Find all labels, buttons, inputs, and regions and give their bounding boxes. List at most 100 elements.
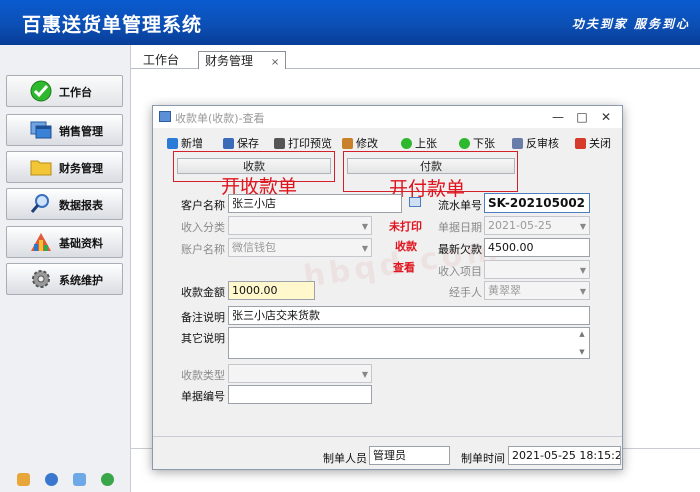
time-label: 制单时间: [461, 452, 505, 465]
remark-field[interactable]: 张三小店交来货款: [228, 306, 590, 325]
edit-label: 修改: [356, 137, 378, 150]
annotation-unprinted: 未打印: [389, 220, 422, 233]
date-field[interactable]: 2021-05-25 ▼: [484, 216, 590, 235]
sidebar-item-system[interactable]: 系统维护: [6, 263, 123, 295]
chevron-down-icon: ▼: [361, 244, 368, 253]
handler-select[interactable]: 黄翠翠 ▼: [484, 281, 590, 300]
next-label: 下张: [473, 137, 495, 150]
date-label: 单据日期: [438, 221, 482, 234]
calendar-icon: ▼: [579, 222, 586, 231]
plus-icon: [167, 137, 178, 149]
check-circle-icon: [30, 80, 52, 102]
account-label: 账户名称: [181, 243, 225, 256]
sidebar-item-label: 基础资料: [59, 237, 103, 250]
tab-workbench[interactable]: 工作台: [137, 51, 185, 69]
doc-no-field[interactable]: [228, 385, 372, 404]
maker-label: 制单人员: [323, 452, 367, 465]
close-window-button[interactable]: ✕: [595, 108, 617, 126]
print-preview-button[interactable]: 打印预览: [274, 135, 332, 151]
print-preview-label: 打印预览: [288, 137, 332, 150]
remark-label: 备注说明: [181, 311, 225, 324]
debt-field[interactable]: 4500.00: [484, 238, 590, 257]
other-textarea[interactable]: ▲ ▼: [228, 327, 590, 359]
chevron-up-icon: ▲: [579, 330, 585, 338]
app-slogan: 功夫到家 服务到心: [571, 17, 690, 31]
handler-label: 经手人: [449, 286, 482, 299]
income-item-label: 收入项目: [438, 265, 482, 278]
close-icon: [575, 137, 586, 149]
edit-button[interactable]: 修改: [342, 135, 378, 151]
tab-bar: 工作台 财务管理 ×: [131, 45, 700, 69]
printer-icon: [274, 137, 285, 149]
date-value: 2021-05-25: [488, 219, 552, 232]
sidebar-item-sales[interactable]: 销售管理: [6, 114, 123, 146]
maker-field[interactable]: 管理员: [369, 446, 450, 465]
receive-type-label: 收款类型: [181, 369, 225, 382]
tab-label: 财务管理: [205, 54, 254, 68]
gear-icon: [32, 270, 50, 288]
income-item-select[interactable]: ▼: [484, 260, 590, 279]
save-button[interactable]: 保存: [223, 135, 259, 151]
disk-icon: [223, 137, 234, 149]
serial-field[interactable]: SK-202105002: [484, 193, 590, 213]
divider: [153, 436, 622, 437]
chevron-down-icon: ▼: [579, 266, 586, 275]
sidebar-item-basic-data[interactable]: 基础资料: [6, 226, 123, 258]
exit-icon[interactable]: [100, 472, 114, 486]
sidebar-item-label: 数据报表: [59, 199, 103, 212]
sidebar-item-label: 系统维护: [59, 274, 103, 287]
receipt-dialog: 收款单(收款)-查看 — □ ✕ 新增 保存 打印预览 修改 上张 下张 反审核…: [152, 105, 623, 470]
maximize-button[interactable]: □: [571, 108, 593, 126]
sidebar-item-label: 工作台: [59, 86, 92, 99]
unaudit-button[interactable]: 反审核: [512, 135, 559, 151]
receive-type-select[interactable]: ▼: [228, 364, 372, 383]
lookup-icon[interactable]: [409, 197, 421, 207]
window-icon: [159, 111, 171, 122]
amount-label: 收款金额: [181, 286, 225, 299]
dialog-titlebar[interactable]: 收款单(收款)-查看 — □ ✕: [153, 106, 622, 128]
arrow-down-icon: [459, 137, 470, 149]
account-value: 微信钱包: [232, 241, 276, 254]
arrow-up-icon: [401, 137, 412, 149]
app-header: 百惠送货单管理系统 功夫到家 服务到心: [0, 0, 700, 45]
sidebar-item-label: 销售管理: [59, 125, 103, 138]
income-category-label: 收入分类: [181, 221, 225, 234]
new-button[interactable]: 新增: [167, 135, 203, 151]
scrollbar[interactable]: ▲ ▼: [577, 330, 587, 356]
debt-label: 最新欠款: [438, 243, 482, 256]
tab-finance[interactable]: 财务管理 ×: [198, 51, 287, 69]
customer-label: 客户名称: [181, 199, 225, 212]
close-button[interactable]: 关闭: [575, 135, 611, 151]
time-field[interactable]: 2021-05-25 18:15:20: [508, 446, 621, 465]
folder-icon: [30, 160, 52, 176]
income-category-select[interactable]: ▼: [228, 216, 372, 235]
document-icon: [512, 137, 523, 149]
dialog-toolbar: 新增 保存 打印预览 修改 上张 下张 反审核 关闭: [153, 133, 622, 153]
scissors-icon: [342, 137, 353, 149]
info-icon[interactable]: [45, 472, 59, 486]
chart-icon: [31, 233, 51, 251]
chevron-down-icon: ▼: [361, 222, 368, 231]
amount-field[interactable]: 1000.00: [228, 281, 315, 300]
save-label: 保存: [237, 137, 259, 150]
sidebar-item-workbench[interactable]: 工作台: [6, 75, 123, 107]
screen-icon[interactable]: [72, 472, 86, 486]
sidebar-item-label: 财务管理: [59, 162, 103, 175]
dialog-title: 收款单(收款)-查看: [175, 112, 265, 125]
close-icon[interactable]: ×: [271, 57, 279, 68]
sidebar-item-reports[interactable]: 数据报表: [6, 188, 123, 220]
minimize-button[interactable]: —: [547, 108, 569, 126]
customer-field[interactable]: 张三小店: [228, 194, 402, 213]
chevron-down-icon: ▼: [579, 287, 586, 296]
magnifier-icon: [30, 194, 49, 213]
chevron-down-icon: ▼: [579, 348, 585, 356]
app-title: 百惠送货单管理系统: [22, 14, 203, 36]
next-button[interactable]: 下张: [459, 135, 495, 151]
prev-label: 上张: [415, 137, 437, 150]
account-select[interactable]: 微信钱包 ▼: [228, 238, 372, 257]
sidebar-item-finance[interactable]: 财务管理: [6, 151, 123, 183]
edit-icon[interactable]: [17, 472, 31, 486]
close-label: 关闭: [589, 137, 611, 150]
prev-button[interactable]: 上张: [401, 135, 437, 151]
sidebar-footer: [0, 466, 131, 492]
